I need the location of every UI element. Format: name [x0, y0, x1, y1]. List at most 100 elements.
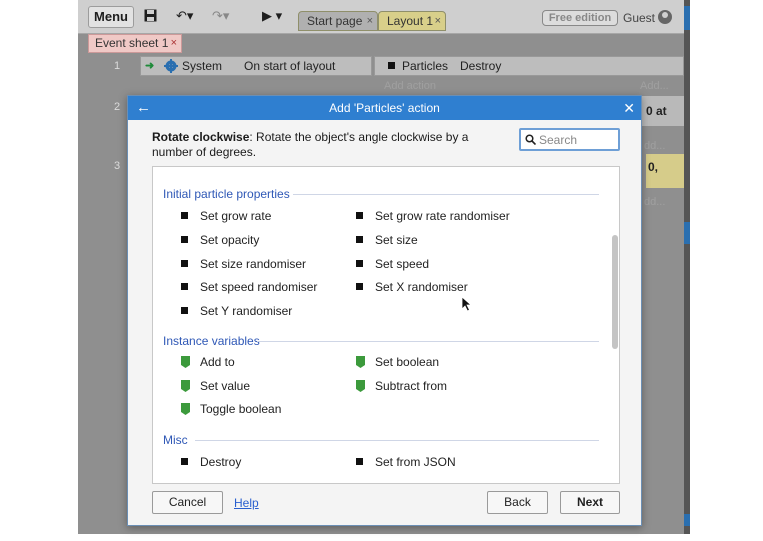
square-bullet-icon — [181, 236, 188, 243]
add-link[interactable]: Add... — [640, 80, 669, 92]
action-item[interactable]: Set value — [181, 379, 250, 393]
event-text: 0 at — [646, 104, 667, 118]
search-icon — [525, 134, 536, 145]
action-item[interactable]: Add to — [181, 355, 235, 369]
square-bullet-icon — [356, 283, 363, 290]
action-label: Set speed — [375, 257, 430, 271]
next-button[interactable]: Next — [560, 491, 620, 514]
action-label: Set grow rate — [200, 209, 272, 223]
event-text: 0, — [648, 160, 659, 174]
redo-icon[interactable]: ↷▾ — [212, 9, 229, 23]
action-item[interactable]: Set speed — [356, 257, 429, 271]
instance-variable-icon — [356, 356, 365, 368]
scrollbar-thumb[interactable] — [612, 235, 618, 349]
section-divider — [257, 341, 599, 342]
tab-label: Start page — [307, 14, 363, 28]
tab-layout-1[interactable]: Layout 1 × — [378, 11, 446, 31]
action-item[interactable]: Set boolean — [356, 355, 439, 369]
add-link[interactable]: dd... — [644, 196, 665, 208]
instance-variable-icon — [181, 403, 190, 415]
add-link[interactable]: dd... — [644, 140, 665, 152]
menu-button[interactable]: Menu — [88, 6, 134, 28]
tab-label: Layout 1 — [387, 14, 434, 28]
action-label: Set speed randomiser — [200, 280, 318, 294]
add-action-dialog: Add 'Particles' action ← ✕ Rotate clockw… — [127, 95, 642, 526]
search-input[interactable] — [539, 132, 617, 148]
condition-object: System — [182, 59, 223, 73]
action-label: Set boolean — [375, 355, 440, 369]
action-text: Destroy — [460, 59, 502, 73]
section-divider — [293, 194, 599, 195]
action-item[interactable]: Set opacity — [181, 233, 259, 247]
screen: Menu ↶▾ ↷▾ ▶ ▾ Start page × Layout 1 × F… — [0, 0, 763, 541]
action-label: Set X randomiser — [375, 280, 468, 294]
instance-variable-icon — [356, 380, 365, 392]
action-item[interactable]: Set grow rate randomiser — [356, 209, 510, 223]
action-object: Particles — [402, 59, 449, 73]
square-bullet-icon — [356, 260, 363, 267]
instance-variable-icon — [181, 380, 190, 392]
help-link[interactable]: Help — [234, 496, 259, 510]
action-list: Initial particle properties Set grow rat… — [152, 166, 620, 484]
dialog-title: Add 'Particles' action — [128, 96, 641, 120]
save-icon[interactable] — [144, 9, 157, 25]
undo-icon[interactable]: ↶▾ — [176, 9, 193, 23]
action-item[interactable]: Set grow rate — [181, 209, 271, 223]
square-bullet-icon — [181, 212, 188, 219]
action-label: Set opacity — [200, 233, 260, 247]
section-header-initial-particle-properties: Initial particle properties — [163, 187, 290, 201]
action-label: Set value — [200, 379, 251, 393]
row-number: 3 — [114, 160, 121, 172]
section-divider — [195, 440, 599, 441]
action-label: Set size randomiser — [200, 257, 307, 271]
arrow-right-icon: ➜ — [145, 60, 155, 72]
back-arrow-icon[interactable]: ← — [136, 96, 151, 120]
play-icon[interactable]: ▶ ▾ — [262, 9, 282, 23]
action-item[interactable]: Set from JSON — [356, 455, 456, 469]
action-item[interactable]: Set Y randomiser — [181, 304, 292, 318]
close-icon[interactable]: ✕ — [623, 96, 635, 120]
toolbar: Menu ↶▾ ↷▾ ▶ ▾ Start page × Layout 1 × F… — [78, 0, 684, 34]
action-item[interactable]: Subtract from — [356, 379, 447, 393]
action-item[interactable]: Destroy — [181, 455, 241, 469]
close-icon[interactable]: × — [367, 12, 373, 30]
action-label: Subtract from — [375, 379, 448, 393]
action-label: Destroy — [200, 455, 242, 469]
gear-icon — [164, 59, 178, 73]
close-icon[interactable]: × — [435, 12, 441, 30]
cancel-button[interactable]: Cancel — [152, 491, 223, 514]
square-bullet-icon — [356, 236, 363, 243]
user-name[interactable]: Guest — [623, 11, 655, 25]
action-label: Set size — [375, 233, 418, 247]
description-title: Rotate clockwise — [152, 130, 250, 144]
tab-event-sheet-1[interactable]: Event sheet 1 × — [88, 34, 182, 53]
action-item[interactable]: Set size randomiser — [181, 257, 306, 271]
square-bullet-icon — [356, 212, 363, 219]
section-header-misc: Misc — [163, 433, 188, 447]
action-item[interactable]: Set X randomiser — [356, 280, 468, 294]
row-number: 2 — [114, 101, 121, 113]
condition-text: On start of layout — [244, 59, 336, 73]
square-bullet-icon — [181, 260, 188, 267]
back-button[interactable]: Back — [487, 491, 548, 514]
action-item[interactable]: Set size — [356, 233, 418, 247]
action-label: Set Y randomiser — [200, 304, 293, 318]
user-icon[interactable] — [658, 10, 672, 24]
add-action-link[interactable]: Add action — [384, 80, 436, 92]
tab-label: Event sheet 1 — [95, 36, 169, 50]
action-item[interactable]: Toggle boolean — [181, 402, 281, 416]
square-bullet-icon — [356, 458, 363, 465]
window-edge — [684, 0, 690, 534]
square-bullet-icon — [388, 59, 395, 73]
search-box[interactable] — [519, 128, 620, 151]
tab-start-page[interactable]: Start page × — [298, 11, 378, 31]
action-label: Add to — [200, 355, 235, 369]
mouse-cursor-icon — [461, 296, 473, 312]
action-label: Set from JSON — [375, 455, 456, 469]
action-item[interactable]: Set speed randomiser — [181, 280, 317, 294]
close-icon[interactable]: × — [171, 35, 177, 52]
action-description: Rotate clockwise: Rotate the object's an… — [152, 130, 510, 160]
action-label: Toggle boolean — [200, 402, 282, 416]
free-edition-badge[interactable]: Free edition — [542, 10, 618, 26]
square-bullet-icon — [181, 307, 188, 314]
